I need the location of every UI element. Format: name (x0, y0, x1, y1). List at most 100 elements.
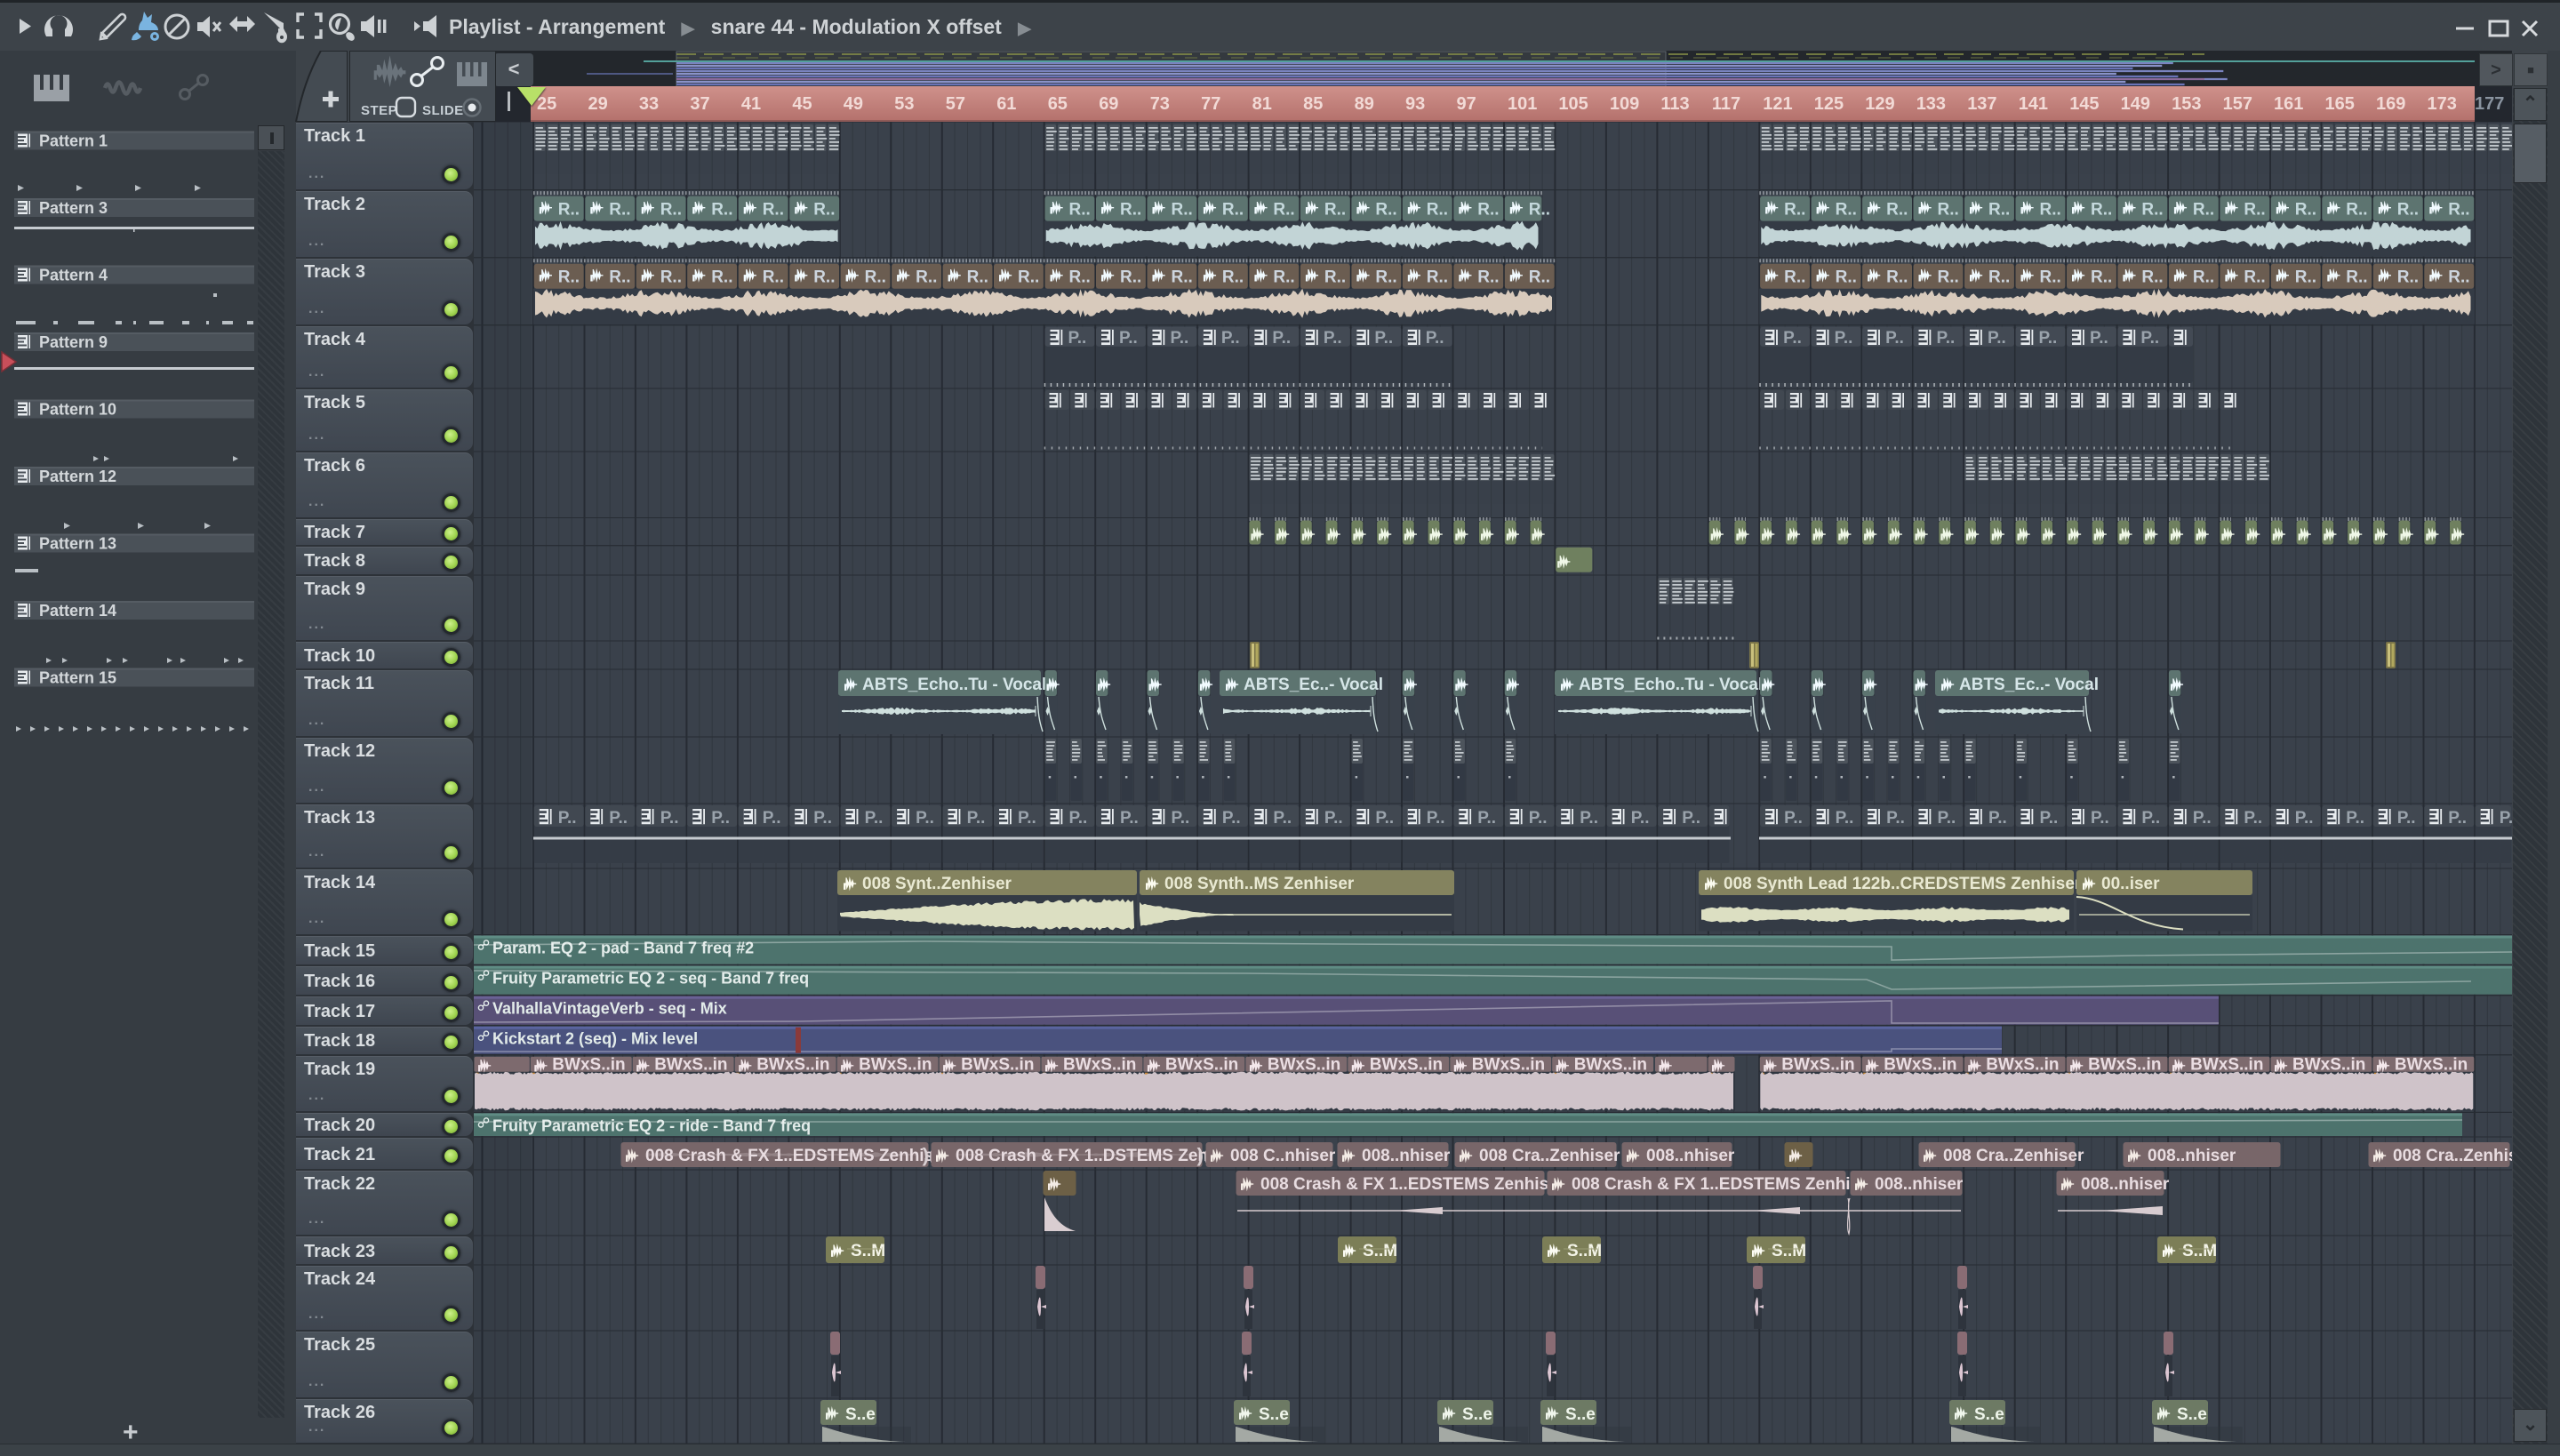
svg-text:P..: P.. (1477, 809, 1496, 828)
svg-text:ABTS_Ec..- Vocal: ABTS_Ec..- Vocal (1959, 676, 2099, 694)
svg-text:BWxS..in: BWxS..in (1370, 1056, 1443, 1075)
svg-text:P..: P.. (711, 809, 730, 828)
svg-text:R..: R.. (1427, 201, 1448, 220)
svg-text:R..: R.. (1886, 201, 1908, 220)
svg-text:P..: P.. (1426, 329, 1444, 348)
svg-text:P..: P.. (763, 809, 781, 828)
svg-text:P..: P.. (1580, 809, 1598, 828)
svg-text:008..nhiser: 008..nhiser (1875, 1175, 1964, 1194)
svg-text:P..: P.. (2500, 809, 2512, 828)
svg-text:P..: P.. (1120, 809, 1139, 828)
svg-text:Kickstart 2 (seq) - Mix level: Kickstart 2 (seq) - Mix level (492, 1030, 698, 1048)
svg-text:008..nhiser: 008..nhiser (1362, 1147, 1451, 1165)
svg-text:008 Synt..Zenhiser: 008 Synt..Zenhiser (862, 875, 1012, 893)
svg-text:008 Cra..Zenhiser: 008 Cra..Zenhiser (1943, 1147, 2084, 1165)
svg-text:R..: R.. (1172, 201, 1193, 220)
svg-text:P..: P.. (1171, 329, 1189, 348)
svg-text:R..: R.. (1886, 268, 1908, 287)
svg-text:R..: R.. (1375, 201, 1396, 220)
svg-text:R..: R.. (1938, 201, 1959, 220)
svg-text:S..e: S..e (1974, 1405, 2004, 1424)
svg-text:BWxS..in: BWxS..in (961, 1056, 1034, 1075)
svg-text:P..: P.. (1119, 329, 1138, 348)
svg-text:P..: P.. (2295, 809, 2314, 828)
svg-text:008 Cra..Zenhiser: 008 Cra..Zenhiser (1479, 1147, 1620, 1165)
svg-text:R..: R.. (1477, 268, 1499, 287)
svg-text:S..M: S..M (2182, 1242, 2217, 1260)
svg-text:P..: P.. (558, 809, 577, 828)
svg-text:BWxS..in: BWxS..in (859, 1056, 932, 1075)
svg-text:P..: P.. (916, 809, 934, 828)
svg-text:R..: R.. (1018, 268, 1039, 287)
svg-text:P..: P.. (660, 809, 679, 828)
svg-text:P..: P.. (2193, 809, 2212, 828)
svg-text:00..iser: 00..iser (2101, 875, 2160, 893)
svg-text:R..: R.. (1836, 268, 1857, 287)
svg-text:S..e: S..e (1565, 1405, 1596, 1424)
svg-text:BWxS..in: BWxS..in (2088, 1056, 2161, 1075)
svg-text:P..: P.. (1631, 809, 1650, 828)
svg-text:Pattern 14: Pattern 14 (39, 602, 116, 620)
svg-text:R..: R.. (967, 268, 988, 287)
svg-text:ABTS_Echo..Tu - Vocal: ABTS_Echo..Tu - Vocal (1579, 676, 1763, 694)
svg-text:P..: P.. (2039, 329, 2058, 348)
svg-text:P..: P.. (1529, 809, 1548, 828)
svg-text:Pattern 13: Pattern 13 (39, 535, 116, 553)
svg-text:S..M: S..M (851, 1242, 885, 1260)
svg-text:P..: P.. (2346, 809, 2364, 828)
svg-text:S..M: S..M (1363, 1242, 1397, 1260)
svg-text:STEP: STEP (361, 103, 397, 118)
svg-text:ValhallaVintageVerb - seq - Mi: ValhallaVintageVerb - seq - Mix (492, 1000, 727, 1018)
svg-text:S..e: S..e (1259, 1405, 1289, 1424)
svg-text:P..: P.. (2040, 809, 2059, 828)
svg-text:R..: R.. (1222, 201, 1244, 220)
svg-text:R..: R.. (2295, 201, 2316, 220)
svg-text:R..: R.. (558, 268, 580, 287)
svg-text:R..: R.. (1529, 268, 1550, 287)
svg-text:P..: P.. (1324, 329, 1342, 348)
svg-text:BWxS..in: BWxS..in (1165, 1056, 1238, 1075)
svg-text:R..: R.. (1069, 268, 1091, 287)
svg-text:Pattern 15: Pattern 15 (39, 669, 116, 687)
svg-text:ABTS_Echo..Tu - Vocal: ABTS_Echo..Tu - Vocal (862, 676, 1046, 694)
svg-text:ABTS_Ec..- Vocal: ABTS_Ec..- Vocal (1244, 676, 1383, 694)
svg-text:R..: R.. (1273, 201, 1294, 220)
svg-text:P..: P.. (1068, 329, 1087, 348)
svg-text:008 C..nhiser: 008 C..nhiser (1230, 1147, 1336, 1165)
svg-text:R..: R.. (1172, 268, 1193, 287)
svg-text:R..: R.. (1529, 201, 1550, 220)
svg-text:008..nhiser: 008..nhiser (2081, 1175, 2170, 1194)
svg-text:R..: R.. (2397, 268, 2419, 287)
svg-text:R..: R.. (2448, 268, 2469, 287)
svg-text:P..: P.. (1885, 329, 1904, 348)
svg-text:SLIDE: SLIDE (422, 103, 464, 118)
svg-text:008..nhiser: 008..nhiser (2148, 1147, 2236, 1165)
svg-text:P..: P.. (1835, 329, 1853, 348)
svg-text:P..: P.. (1273, 809, 1292, 828)
svg-text:R..: R.. (660, 268, 682, 287)
svg-text:P..: P.. (1682, 809, 1700, 828)
svg-text:008 Crash & FX 1..EDSTEMS Zenh: 008 Crash & FX 1..EDSTEMS Zenhiser (1260, 1175, 1565, 1194)
svg-text:008 Crash & FX 1..EDSTEMS Zenh: 008 Crash & FX 1..EDSTEMS Zenhis (645, 1147, 933, 1165)
svg-text:S..M: S..M (1772, 1242, 1806, 1260)
svg-text:P..: P.. (2090, 329, 2108, 348)
svg-text:R..: R.. (2040, 268, 2061, 287)
svg-text:R..: R.. (916, 268, 937, 287)
svg-text:P..: P.. (967, 809, 986, 828)
svg-text:BWxS..in: BWxS..in (1781, 1056, 1854, 1075)
svg-text:R..: R.. (763, 201, 784, 220)
svg-text:R..: R.. (1784, 201, 1805, 220)
svg-text:S..e: S..e (2177, 1405, 2207, 1424)
svg-text:R..: R.. (1324, 268, 1346, 287)
svg-text:R..: R.. (2346, 268, 2367, 287)
svg-text:R..: R.. (1784, 268, 1805, 287)
svg-text:R..: R.. (2040, 201, 2061, 220)
svg-text:P..: P.. (2091, 809, 2109, 828)
svg-text:BWxS..in: BWxS..in (1063, 1056, 1136, 1075)
svg-text:R..: R.. (609, 201, 630, 220)
svg-text:P..: P.. (1427, 809, 1445, 828)
svg-text:BWxS..in: BWxS..in (1884, 1056, 1956, 1075)
svg-text:P..: P.. (2140, 329, 2159, 348)
svg-text:P..: P.. (1988, 329, 2006, 348)
svg-text:R..: R.. (2091, 268, 2112, 287)
